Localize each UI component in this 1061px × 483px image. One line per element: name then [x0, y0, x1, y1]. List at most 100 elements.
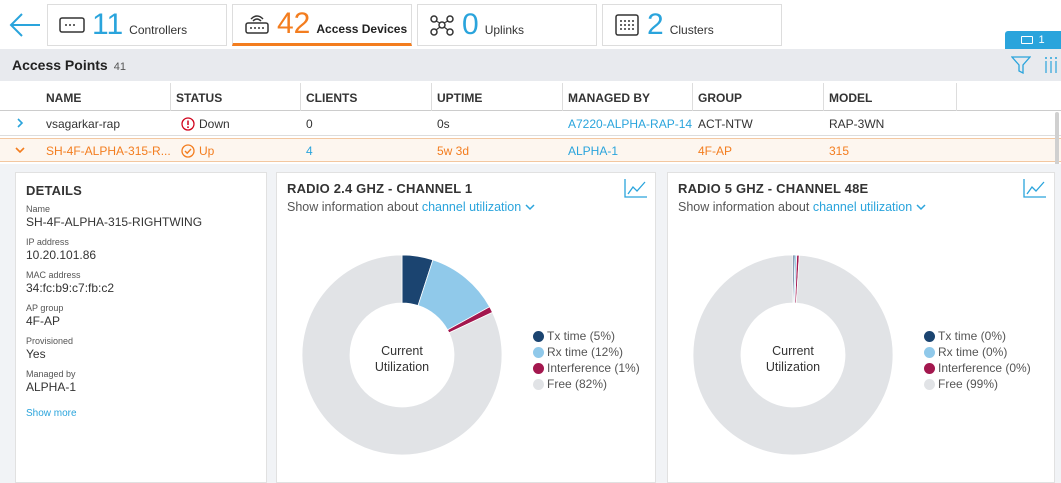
- legend-swatch: [924, 362, 935, 374]
- ap-clients: 0: [306, 117, 313, 131]
- section-count: 41: [113, 60, 126, 73]
- legend-swatch: [533, 362, 544, 374]
- ap-status: Up: [181, 144, 214, 158]
- column-header-name[interactable]: NAME: [46, 91, 81, 105]
- legend-item-tx: Tx time (0%): [924, 328, 1031, 344]
- radio-subtitle: Show information about channel utilizati…: [287, 200, 535, 214]
- column-settings-icon[interactable]: [1043, 55, 1059, 75]
- donut-center-label: Current Utilization: [743, 343, 843, 375]
- tab-uplinks[interactable]: 0 Uplinks: [417, 4, 597, 46]
- donut-center-line1: Current: [381, 344, 423, 358]
- legend-label: Free (99%): [938, 377, 999, 391]
- legend-swatch: [533, 346, 544, 358]
- column-header-clients[interactable]: CLIENTS: [306, 91, 357, 105]
- trend-chart-icon[interactable]: [1022, 177, 1048, 199]
- ap-uptime: 5w 3d: [437, 144, 470, 158]
- legend-item-rx: Rx time (0%): [924, 344, 1031, 360]
- detail-label: AP group: [26, 303, 64, 313]
- column-header-group[interactable]: GROUP: [698, 91, 742, 105]
- legend-label: Free (82%): [547, 377, 608, 391]
- radio-24ghz-card: RADIO 2.4 GHZ - CHANNEL 1 Show informati…: [276, 172, 656, 483]
- trend-chart-icon[interactable]: [623, 177, 649, 199]
- top-navigation: 11 Controllers 42 Access Devices 0 Uplin…: [0, 0, 1061, 49]
- table-row[interactable]: vsagarkar-rap Down 0 0s A7220-ALPHA-RAP-…: [0, 112, 1061, 136]
- legend-swatch: [924, 378, 935, 390]
- chevron-right-icon[interactable]: [14, 117, 26, 129]
- tab-controllers[interactable]: 11 Controllers: [47, 4, 227, 46]
- ap-managed-by-link[interactable]: ALPHA-1: [568, 144, 618, 158]
- legend-label: Interference (0%): [938, 361, 1031, 375]
- uplinks-count: 0: [462, 8, 479, 41]
- chevron-down-icon[interactable]: [14, 144, 26, 156]
- legend-swatch: [924, 330, 935, 342]
- detail-field: Managed by ALPHA-1: [26, 369, 256, 394]
- tab-clusters[interactable]: 2 Clusters: [602, 4, 782, 46]
- access-devices-label: Access Devices: [316, 22, 408, 36]
- column-divider: [692, 83, 693, 111]
- donut-center-line2: Utilization: [765, 360, 821, 374]
- detail-field: Provisioned Yes: [26, 336, 256, 361]
- access-devices-count: 42: [277, 7, 311, 40]
- details-card: DETAILS Name SH-4F-ALPHA-315-RIGHTWING I…: [15, 172, 267, 483]
- ap-model: 315: [829, 144, 850, 158]
- ap-managed-by-link[interactable]: A7220-ALPHA-RAP-14: [568, 117, 692, 131]
- show-more-link[interactable]: Show more: [26, 408, 77, 419]
- radio-5ghz-card: RADIO 5 GHZ - CHANNEL 48E Show informati…: [667, 172, 1055, 483]
- controllers-label: Controllers: [129, 23, 188, 37]
- section-title: Access Points: [12, 57, 108, 73]
- donut-center-line2: Utilization: [374, 360, 430, 374]
- details-title: DETAILS: [26, 183, 83, 198]
- detail-field: Name SH-4F-ALPHA-315-RIGHTWING: [26, 204, 256, 229]
- detail-label: Provisioned: [26, 336, 74, 346]
- detail-value: 4F-AP: [26, 314, 61, 328]
- uplink-icon: [428, 14, 456, 36]
- table-header: NAME STATUS CLIENTS UPTIME MANAGED BY GR…: [0, 83, 1061, 111]
- column-header-model[interactable]: MODEL: [829, 91, 872, 105]
- chart-legend: Tx time (0%) Rx time (0%) Interference (…: [924, 328, 1031, 392]
- legend-label: Rx time (0%): [938, 345, 1008, 359]
- column-header-uptime[interactable]: UPTIME: [437, 91, 482, 105]
- check-circle-icon: [181, 144, 195, 158]
- notification-badge[interactable]: 1: [1005, 31, 1061, 49]
- column-header-status[interactable]: STATUS: [176, 91, 222, 105]
- channel-utilization-dropdown[interactable]: channel utilization: [813, 200, 926, 214]
- table-row-selected[interactable]: SH-4F-ALPHA-315-R... Up 4 5w 3d ALPHA-1 …: [0, 138, 1061, 162]
- ap-group: ACT-NTW: [698, 117, 753, 131]
- ap-status-text: Up: [199, 144, 215, 158]
- legend-label: Rx time (12%): [547, 345, 624, 359]
- tab-access-devices[interactable]: 42 Access Devices: [232, 4, 412, 46]
- detail-field: AP group 4F-AP: [26, 303, 256, 328]
- legend-item-interference: Interference (0%): [924, 360, 1031, 376]
- column-divider: [300, 83, 301, 111]
- ap-group: 4F-AP: [698, 144, 733, 158]
- radio-subtitle: Show information about channel utilizati…: [678, 200, 926, 214]
- column-header-managed-by[interactable]: MANAGED BY: [568, 91, 650, 105]
- detail-value: Yes: [26, 347, 46, 361]
- donut-center-label: Current Utilization: [352, 343, 452, 375]
- radio-title: RADIO 2.4 GHZ - CHANNEL 1: [287, 181, 473, 196]
- ap-clients-link[interactable]: 4: [306, 144, 313, 158]
- legend-label: Interference (1%): [547, 361, 640, 375]
- detail-field: IP address 10.20.101.86: [26, 237, 256, 262]
- ap-name: SH-4F-ALPHA-315-R...: [46, 144, 171, 158]
- dropdown-label: channel utilization: [812, 200, 913, 214]
- detail-label: Managed by: [26, 369, 76, 379]
- badge-count: 1: [1038, 34, 1045, 46]
- chevron-down-icon: [525, 204, 535, 211]
- radio-title: RADIO 5 GHZ - CHANNEL 48E: [678, 181, 869, 196]
- filter-icon[interactable]: [1011, 56, 1031, 74]
- alert-icon: [181, 117, 195, 131]
- clusters-label: Clusters: [669, 23, 714, 37]
- access-device-icon: [243, 13, 271, 35]
- legend-item-free: Free (82%): [533, 376, 640, 392]
- radio-subtitle-text: Show information about: [287, 200, 419, 214]
- ap-model: RAP-3WN: [829, 117, 885, 131]
- uplinks-label: Uplinks: [484, 23, 525, 37]
- clusters-count: 2: [647, 8, 664, 41]
- ap-uptime: 0s: [437, 117, 450, 131]
- channel-utilization-dropdown[interactable]: channel utilization: [422, 200, 535, 214]
- ap-status-text: Down: [199, 117, 230, 131]
- back-arrow-icon[interactable]: [8, 12, 42, 38]
- detail-value: 10.20.101.86: [26, 248, 97, 262]
- detail-value: SH-4F-ALPHA-315-RIGHTWING: [26, 215, 203, 229]
